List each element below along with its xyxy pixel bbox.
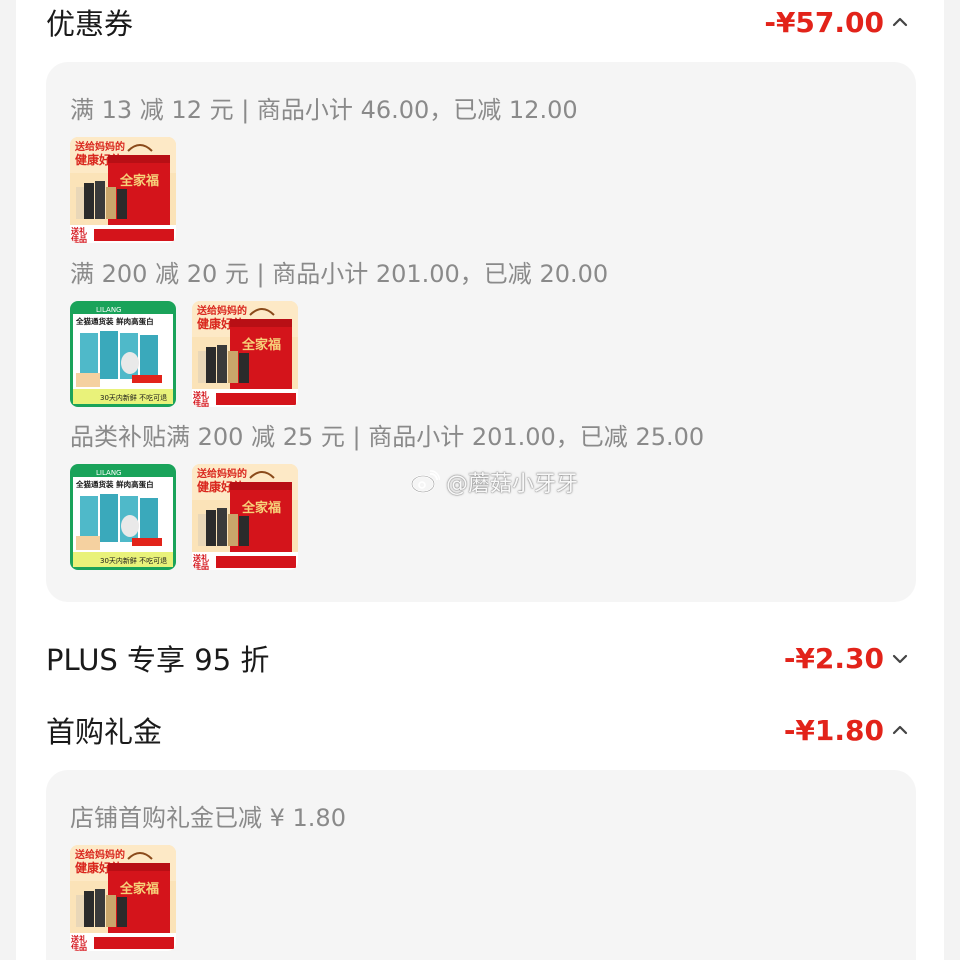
product-thumbnail-cat-food[interactable]: LILANG 全猫通货装 鲜肉高蛋白 30天内新鲜 不吃可退 [70,301,176,407]
svg-text:30天内新鲜 不吃可退: 30天内新鲜 不吃可退 [100,393,167,402]
coupon-title: 优惠券 [46,7,134,41]
svg-text:佳品: 佳品 [193,398,209,407]
weibo-watermark: @蘑菇小牙牙 [410,466,578,498]
coupon-row[interactable]: 优惠券 -¥57.00 [46,2,910,42]
svg-text:佳品: 佳品 [71,942,87,951]
svg-text:全猫通货装 鲜肉高蛋白: 全猫通货装 鲜肉高蛋白 [75,316,154,326]
svg-text:全家福: 全家福 [241,337,281,353]
first-purchase-amount: -¥1.80 [783,713,884,747]
svg-text:送给妈妈的: 送给妈妈的 [74,140,125,153]
plus-discount-row[interactable]: PLUS 专享 95 折 -¥2.30 [46,638,910,678]
svg-text:30天内新鲜 不吃可退: 30天内新鲜 不吃可退 [100,556,167,565]
plus-amount-group[interactable]: -¥2.30 [784,642,910,675]
svg-text:送给妈妈的: 送给妈妈的 [196,304,247,317]
svg-text:佳品: 佳品 [193,561,209,570]
coupon-group-3-text: 品类补贴满 200 减 25 元 | 商品小计 201.00，已减 25.00 [70,423,705,451]
chevron-down-icon[interactable] [890,648,910,668]
product-thumbnail-cat-food[interactable]: LILANG 全猫通货装 鲜肉高蛋白 30天内新鲜 不吃可退 [70,464,176,570]
coupon-group-2-items: LILANG 全猫通货装 鲜肉高蛋白 30天内新鲜 不吃可退 送给妈妈的 健康好… [70,301,298,407]
svg-text:全家福: 全家福 [119,881,159,897]
first-purchase-title: 首购礼金 [46,715,163,749]
coupon-amount: -¥57.00 [764,5,884,39]
svg-text:LILANG: LILANG [96,306,121,314]
chevron-up-icon[interactable] [890,720,910,740]
svg-text:送给妈妈的: 送给妈妈的 [74,848,125,861]
coupon-amount-group[interactable]: -¥57.00 [764,6,910,39]
plus-title: PLUS 专享 95 折 [46,643,270,677]
first-purchase-row[interactable]: 首购礼金 -¥1.80 [46,710,910,750]
weibo-logo-icon [411,470,440,493]
product-thumbnail-gift-box[interactable]: 送给妈妈的 健康好礼 全家福 送礼 佳品 [192,464,298,570]
svg-text:全猫通货装 鲜肉高蛋白: 全猫通货装 鲜肉高蛋白 [75,479,154,489]
first-purchase-amount-group[interactable]: -¥1.80 [784,714,910,747]
coupon-group-2-text: 满 200 减 20 元 | 商品小计 201.00，已减 20.00 [70,260,609,288]
plus-amount: -¥2.30 [783,641,884,675]
first-purchase-detail-text: 店铺首购礼金已减 ¥ 1.80 [70,804,346,832]
first-purchase-detail-panel: 店铺首购礼金已减 ¥ 1.80 送给妈妈的 健康好礼 全家福 送礼 佳品 [46,770,916,960]
coupon-group-1-items: 送给妈妈的 健康好礼 全家福 送礼 佳品 [70,137,176,243]
chevron-up-icon[interactable] [890,12,910,32]
watermark-text: @蘑菇小牙牙 [446,472,579,497]
svg-text:佳品: 佳品 [71,234,87,243]
product-thumbnail-gift-box[interactable]: 送给妈妈的 健康好礼 全家福 送礼 佳品 [192,301,298,407]
coupon-group-3-items: LILANG 全猫通货装 鲜肉高蛋白 30天内新鲜 不吃可退 送给妈妈的 健康好… [70,464,298,570]
svg-text:全家福: 全家福 [241,500,281,516]
product-thumbnail-gift-box[interactable]: 送给妈妈的 健康好礼 全家福 送礼 佳品 [70,845,176,951]
first-purchase-items: 送给妈妈的 健康好礼 全家福 送礼 佳品 [70,845,176,951]
svg-text:全家福: 全家福 [119,173,159,189]
coupon-detail-panel: 满 13 减 12 元 | 商品小计 46.00，已减 12.00 送给妈妈的 … [46,62,916,602]
product-thumbnail-gift-box[interactable]: 送给妈妈的 健康好礼 全家福 送礼 佳品 [70,137,176,243]
svg-text:送给妈妈的: 送给妈妈的 [196,467,247,480]
svg-text:LILANG: LILANG [96,469,121,477]
coupon-group-1-text: 满 13 减 12 元 | 商品小计 46.00，已减 12.00 [70,96,578,124]
